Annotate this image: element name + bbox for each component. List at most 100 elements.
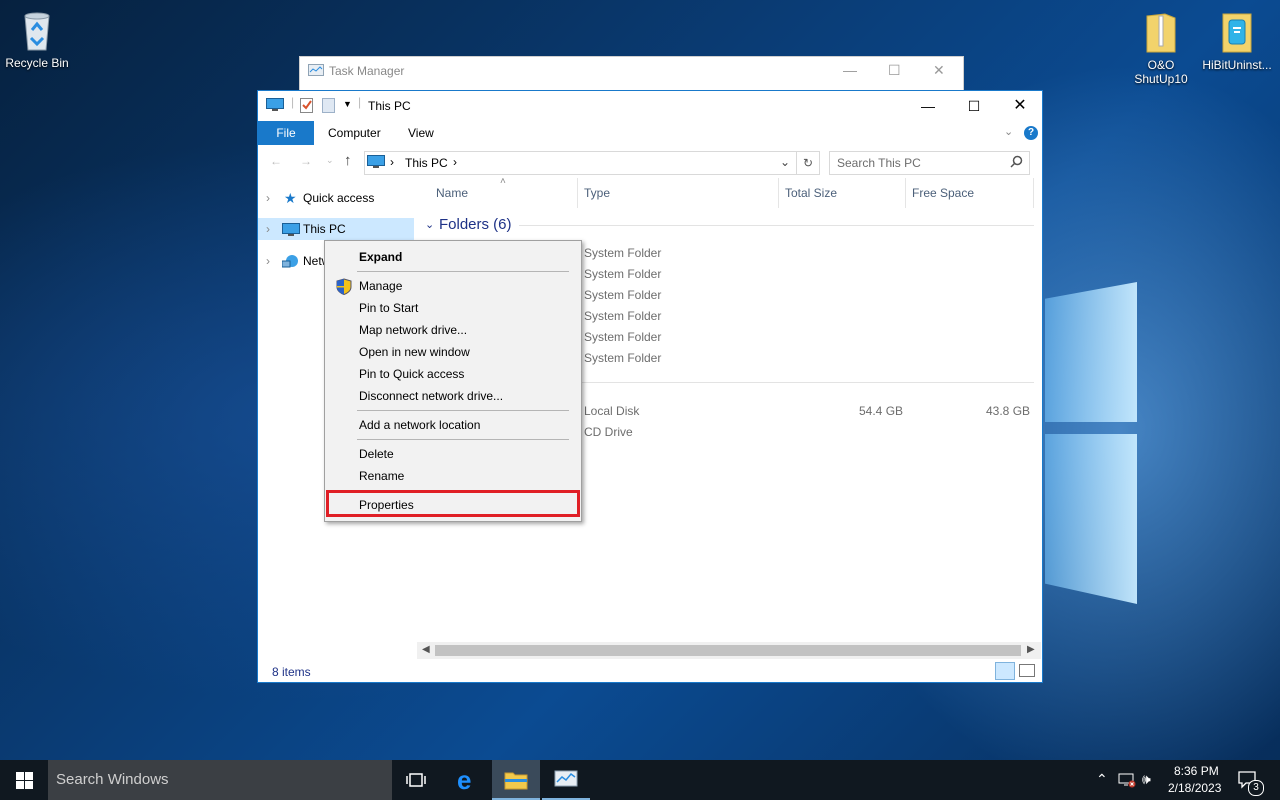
edge-button[interactable]: e [444,760,492,800]
desktop-icon-recycle-bin[interactable]: Recycle Bin [0,8,77,70]
task-manager-taskbar-button[interactable] [542,760,590,800]
task-manager-icon [308,64,324,81]
details-view-icon[interactable] [995,662,1015,680]
scroll-right-icon[interactable]: ▶ [1027,644,1035,655]
nav-item-this-pc[interactable]: › This PC [258,218,414,240]
taskbar-search-input[interactable]: Search Windows [48,760,392,800]
help-icon[interactable]: ? [1024,126,1038,140]
folder-type-cell: System Folder [584,288,662,302]
ribbon-expand-chevron-icon[interactable]: ⌄ [1004,125,1013,138]
minimize-button[interactable]: — [905,91,951,121]
column-header-type[interactable]: Type [584,186,610,200]
menu-separator [357,271,569,272]
new-folder-qat-icon[interactable] [322,97,336,116]
clock-date[interactable]: 2/18/2023 [1168,781,1221,795]
file-explorer-taskbar-button[interactable] [492,760,540,800]
horizontal-scrollbar[interactable]: ◀ ▶ [417,642,1041,659]
expand-chevron-icon[interactable]: › [266,187,270,209]
title-bar[interactable]: | ▼ | This PC — ☐ ✕ [258,91,1042,121]
maximize-button[interactable]: ☐ [951,91,997,121]
expand-chevron-icon[interactable]: › [266,218,270,240]
menu-separator [357,439,569,440]
nav-item-quick-access[interactable]: › ★ Quick access [258,187,414,209]
drive-total-size-cell: 54.4 GB [859,404,904,418]
recent-locations-icon[interactable]: ⌄ [326,155,334,166]
menu-item-open-new-window[interactable]: Open in new window [359,342,470,362]
folder-type-cell: System Folder [584,246,662,260]
volume-icon[interactable]: 🕪 [1142,771,1151,788]
task-manager-title: Task Manager [329,64,405,78]
desktop-icon-label: HiBitUninst... [1202,58,1272,72]
properties-qat-icon[interactable] [300,97,314,116]
context-menu: Expand Manage Pin to Start Map network d… [324,240,582,522]
breadcrumb-sep-icon[interactable]: › [453,155,457,169]
menu-item-pin-to-start[interactable]: Pin to Start [359,298,418,318]
task-manager-maximize-button[interactable]: ☐ [888,62,901,79]
this-pc-icon [282,222,300,244]
taskbar: Search Windows e ⌃ 🕪 8:36 PM 2/18/2023 3 [0,760,1280,800]
column-header-free-space[interactable]: Free Space [912,186,974,200]
notification-count-badge: 3 [1248,780,1264,796]
close-button[interactable]: ✕ [997,91,1043,121]
menu-item-disconnect-drive[interactable]: Disconnect network drive... [359,386,503,406]
expand-chevron-icon[interactable]: › [266,250,270,272]
nav-label: This PC [303,222,346,236]
network-status-icon[interactable] [1118,772,1136,791]
menu-item-delete[interactable]: Delete [359,444,394,464]
menu-item-manage[interactable]: Manage [359,276,402,296]
recycle-bin-icon [17,8,57,52]
scroll-thumb[interactable] [435,645,1021,656]
column-header-name[interactable]: Name [436,186,468,200]
taskbar-search-placeholder: Search Windows [56,771,169,788]
show-hidden-icons-icon[interactable]: ⌃ [1096,771,1108,788]
address-box[interactable]: › This PC › ⌄ [364,151,797,175]
menu-item-add-network-location[interactable]: Add a network location [359,415,480,435]
task-manager-close-button[interactable]: ✕ [933,62,945,79]
task-manager-icon [554,770,578,793]
edge-icon: e [457,765,472,795]
desktop-icon-shutup10[interactable]: O&O ShutUp10 [1121,10,1201,86]
menu-item-map-network-drive[interactable]: Map network drive... [359,320,467,340]
breadcrumb-sep-icon[interactable]: › [390,155,394,169]
clock-time[interactable]: 8:36 PM [1174,764,1219,778]
address-dropdown-icon[interactable]: ⌄ [780,155,790,169]
search-input[interactable]: Search This PC [829,151,1030,175]
tab-file[interactable]: File [258,121,314,145]
tab-computer[interactable]: Computer [328,121,381,145]
address-bar-row: ← → ⌄ ↑ › This PC › ⌄ ↻ Search This PC [258,149,1042,175]
task-manager-minimize-button[interactable]: — [843,62,857,78]
up-arrow-icon[interactable]: ↑ [344,152,352,169]
drive-type-cell: CD Drive [584,425,633,439]
menu-item-pin-quick-access[interactable]: Pin to Quick access [359,364,464,384]
properties-highlight-box [326,490,580,517]
status-item-count: 8 items [272,665,311,679]
task-manager-window[interactable]: Task Manager — ☐ ✕ [299,56,964,92]
qat-customize-icon[interactable]: ▼ [343,99,352,109]
uac-shield-icon [336,278,352,298]
sort-ascending-icon: ˄ [500,176,506,187]
column-header-total-size[interactable]: Total Size [785,186,837,200]
forward-arrow-icon[interactable]: → [300,154,312,168]
refresh-icon[interactable]: ↻ [796,151,820,175]
back-arrow-icon[interactable]: ← [270,154,282,168]
tab-view[interactable]: View [408,121,434,145]
desktop-icon-hibit[interactable]: HiBitUninst... [1197,10,1277,72]
menu-item-rename[interactable]: Rename [359,466,404,486]
group-header-folders[interactable]: Folders (6) [439,216,512,233]
task-view-button[interactable] [392,760,440,800]
this-pc-icon [266,98,284,115]
drive-type-cell: Local Disk [584,404,640,418]
group-collapse-chevron-icon[interactable]: ⌄ [425,218,434,231]
folder-type-cell: System Folder [584,309,662,323]
menu-item-expand[interactable]: Expand [359,247,402,267]
breadcrumb-this-pc[interactable]: This PC [405,156,448,170]
scroll-left-icon[interactable]: ◀ [422,644,430,655]
desktop-icon-label: O&O ShutUp10 [1134,58,1188,86]
large-icons-view-icon[interactable] [1019,664,1035,677]
window-title: This PC [368,99,411,113]
start-windows-icon[interactable] [16,772,33,792]
search-icon[interactable] [1010,155,1023,171]
windows-logo-wallpaper [1045,282,1140,612]
this-pc-small-icon [367,155,385,172]
menu-separator [357,410,569,411]
